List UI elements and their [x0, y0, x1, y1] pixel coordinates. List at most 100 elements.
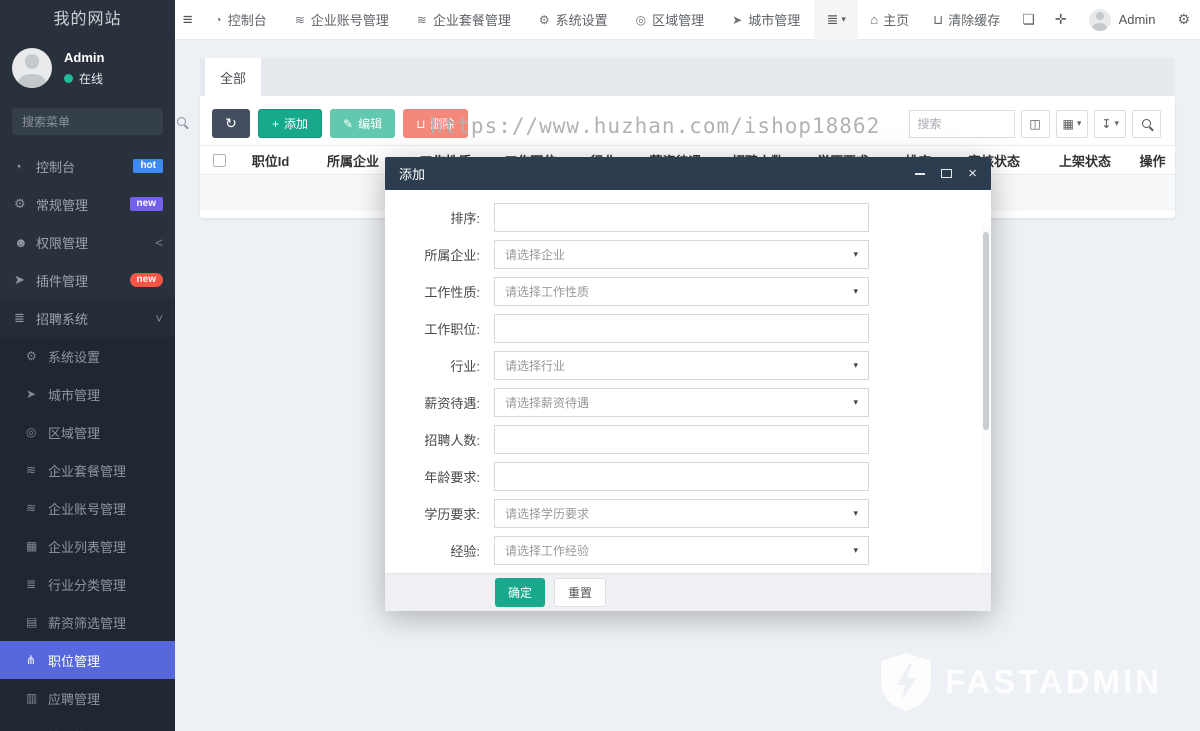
select-field[interactable]: 请选择企业 ▾	[494, 240, 869, 269]
plus-icon: +	[272, 117, 279, 131]
close-icon[interactable]: ×	[968, 166, 977, 181]
topbar-tabs: ◔ 控制台 ≋ 企业账号管理 ≋ 企业套餐管理 ⚙ 系统设置	[200, 10, 814, 29]
table-icon: ▦	[26, 539, 48, 553]
edit-button[interactable]: ✎ 编辑	[330, 109, 395, 138]
search-icon	[1142, 119, 1151, 128]
reset-button[interactable]: 重置	[554, 578, 606, 607]
sidebar-user-block: Admin 在线	[0, 40, 175, 98]
settings-gear-icon[interactable]: ⚙	[1177, 11, 1190, 28]
chevron-icon: ˅	[155, 311, 163, 326]
sidebar-item[interactable]: ➤ 插件管理 new	[0, 261, 175, 299]
text-field[interactable]	[494, 314, 869, 343]
toggle-panel-button[interactable]: ◫	[1021, 110, 1050, 138]
sidebar-subitem[interactable]: ➤ 城市管理	[0, 375, 175, 413]
sidebar-subitem[interactable]: ⋔ 职位管理	[0, 641, 175, 679]
sidebar-subitem[interactable]: ◎ 区域管理	[0, 413, 175, 451]
trash-icon: ⊔	[933, 12, 943, 28]
maximize-button[interactable]	[941, 169, 952, 178]
topbar-tab[interactable]: ≋ 企业套餐管理	[417, 10, 511, 29]
avatar[interactable]	[12, 48, 52, 88]
copy-page-icon[interactable]: ❏	[1022, 11, 1035, 28]
text-field[interactable]	[494, 462, 869, 491]
sidebar-search-input[interactable]	[22, 115, 177, 129]
form-row: 所属企业: 请选择企业 ▾	[385, 236, 991, 273]
select-field[interactable]: 请选择行业 ▾	[494, 351, 869, 380]
badge: new	[130, 197, 163, 211]
sidebar-subitem[interactable]: ≋ 企业账号管理	[0, 489, 175, 527]
user-status-label: 在线	[79, 70, 103, 87]
home-icon: ⌂	[870, 12, 878, 27]
columns-button[interactable]: ▦▾	[1056, 110, 1089, 138]
sidebar-item[interactable]: ⚙ 常规管理 new	[0, 185, 175, 223]
topbar-tab[interactable]: ➤ 城市管理	[732, 10, 800, 29]
search-icon[interactable]	[177, 117, 186, 126]
sidebar-submenu: ⚙ 系统设置 ➤ 城市管理 ◎ 区域管理 ≋ 企业套餐管理	[0, 337, 175, 731]
topbar-tab[interactable]: ◔ 控制台	[214, 10, 266, 29]
dialog-titlebar[interactable]: 添加 ×	[385, 157, 991, 190]
rss-icon: ≋	[26, 501, 48, 515]
field-label: 所属企业:	[385, 245, 480, 264]
add-button[interactable]: + 添加	[258, 109, 322, 138]
sidebar-subitem[interactable]: ▦ 企业列表管理	[0, 527, 175, 565]
sidebar-subitem[interactable]: ≋ 企业套餐管理	[0, 451, 175, 489]
column-header[interactable]: 操作	[1130, 151, 1175, 170]
text-field[interactable]	[494, 425, 869, 454]
text-field[interactable]	[494, 203, 869, 232]
field-label: 行业:	[385, 356, 480, 375]
form-row: 学历要求: 请选择学历要求 ▾	[385, 495, 991, 532]
topbar-tab[interactable]: ◎ 区域管理	[636, 10, 705, 29]
column-header[interactable]: 上架状态	[1040, 151, 1130, 170]
th-icon: ▤	[26, 615, 48, 629]
home-button[interactable]: ⌂ 主页	[870, 10, 909, 29]
minimize-button[interactable]	[915, 173, 925, 175]
chevron-icon: ˂	[155, 235, 163, 250]
caret-down-icon: ▾	[841, 14, 846, 25]
select-field[interactable]: 请选择学历要求 ▾	[494, 499, 869, 528]
sidebar-item[interactable]: ≣ 招聘系统 ˅	[0, 299, 175, 337]
plane-icon: ➤	[14, 272, 36, 288]
confirm-button[interactable]: 确定	[495, 578, 545, 607]
compass-icon: ◎	[636, 13, 646, 27]
select-field[interactable]: 请选择薪资待遇 ▾	[494, 388, 869, 417]
topbar-tab[interactable]: ⚙ 系统设置	[539, 10, 608, 29]
caret-down-icon: ▾	[853, 545, 858, 556]
panel-icon: ◫	[1029, 117, 1040, 131]
sidebar-item[interactable]: ☻ 权限管理 ˂	[0, 223, 175, 261]
url-watermark: https://www.huzhan.com/ishop18862	[430, 114, 880, 138]
export-button[interactable]: ↧▾	[1094, 110, 1126, 138]
sidebar-subitem[interactable]: ▥ 应聘管理	[0, 679, 175, 717]
scrollbar-thumb[interactable]	[983, 232, 989, 430]
topbar: ≡ ◔ 控制台 ≋ 企业账号管理 ≋ 企业套餐管理 ⚙	[175, 0, 1200, 40]
dashboard-icon: ◔	[214, 13, 221, 27]
sidebar-subitem[interactable]: ▤ 薪资筛选管理	[0, 603, 175, 641]
caret-down-icon: ▾	[853, 508, 858, 519]
caret-down-icon: ▾	[853, 249, 858, 260]
list-icon: ≣	[14, 310, 36, 326]
sidebar: 我的网站 Admin 在线 ◔ 控制台 hot	[0, 0, 175, 731]
form-row: 工作性质: 请选择工作性质 ▾	[385, 273, 991, 310]
select-all-checkbox[interactable]	[213, 154, 226, 167]
column-header[interactable]: 职位Id	[238, 151, 303, 170]
tab-list-dropdown-button[interactable]: ≣ ▾	[814, 0, 858, 40]
sidebar-subitem[interactable]: ⚙ 系统设置	[0, 337, 175, 375]
field-label: 排序:	[385, 208, 480, 227]
user-menu[interactable]: Admin	[1089, 9, 1156, 31]
sidebar-menu: ◔ 控制台 hot ⚙ 常规管理 new ☻ 权限管理 ˂	[0, 147, 175, 337]
online-dot-icon	[64, 74, 73, 83]
clear-cache-button[interactable]: ⊔ 清除缓存	[933, 10, 1000, 29]
fullscreen-icon[interactable]: ✛	[1055, 11, 1067, 28]
select-field[interactable]: 请选择工作性质 ▾	[494, 277, 869, 306]
search-button[interactable]	[1132, 110, 1161, 138]
refresh-button[interactable]: ↻	[212, 109, 250, 138]
field-label: 工作职位:	[385, 319, 480, 338]
topbar-tab[interactable]: ≋ 企业账号管理	[295, 10, 389, 29]
tab-all[interactable]: 全部	[205, 58, 261, 96]
table-search-input[interactable]	[909, 110, 1015, 138]
menu-icon[interactable]: ≡	[175, 10, 200, 30]
sidebar-subitem[interactable]: ≣ 行业分类管理	[0, 565, 175, 603]
sidebar-item[interactable]: ◔ 控制台 hot	[0, 147, 175, 185]
caret-down-icon: ▾	[853, 286, 858, 297]
form-row: 招聘人数:	[385, 421, 991, 458]
sidebar-subitem[interactable]: ☻ 简历管理	[0, 717, 175, 731]
select-field[interactable]: 请选择工作经验 ▾	[494, 536, 869, 565]
